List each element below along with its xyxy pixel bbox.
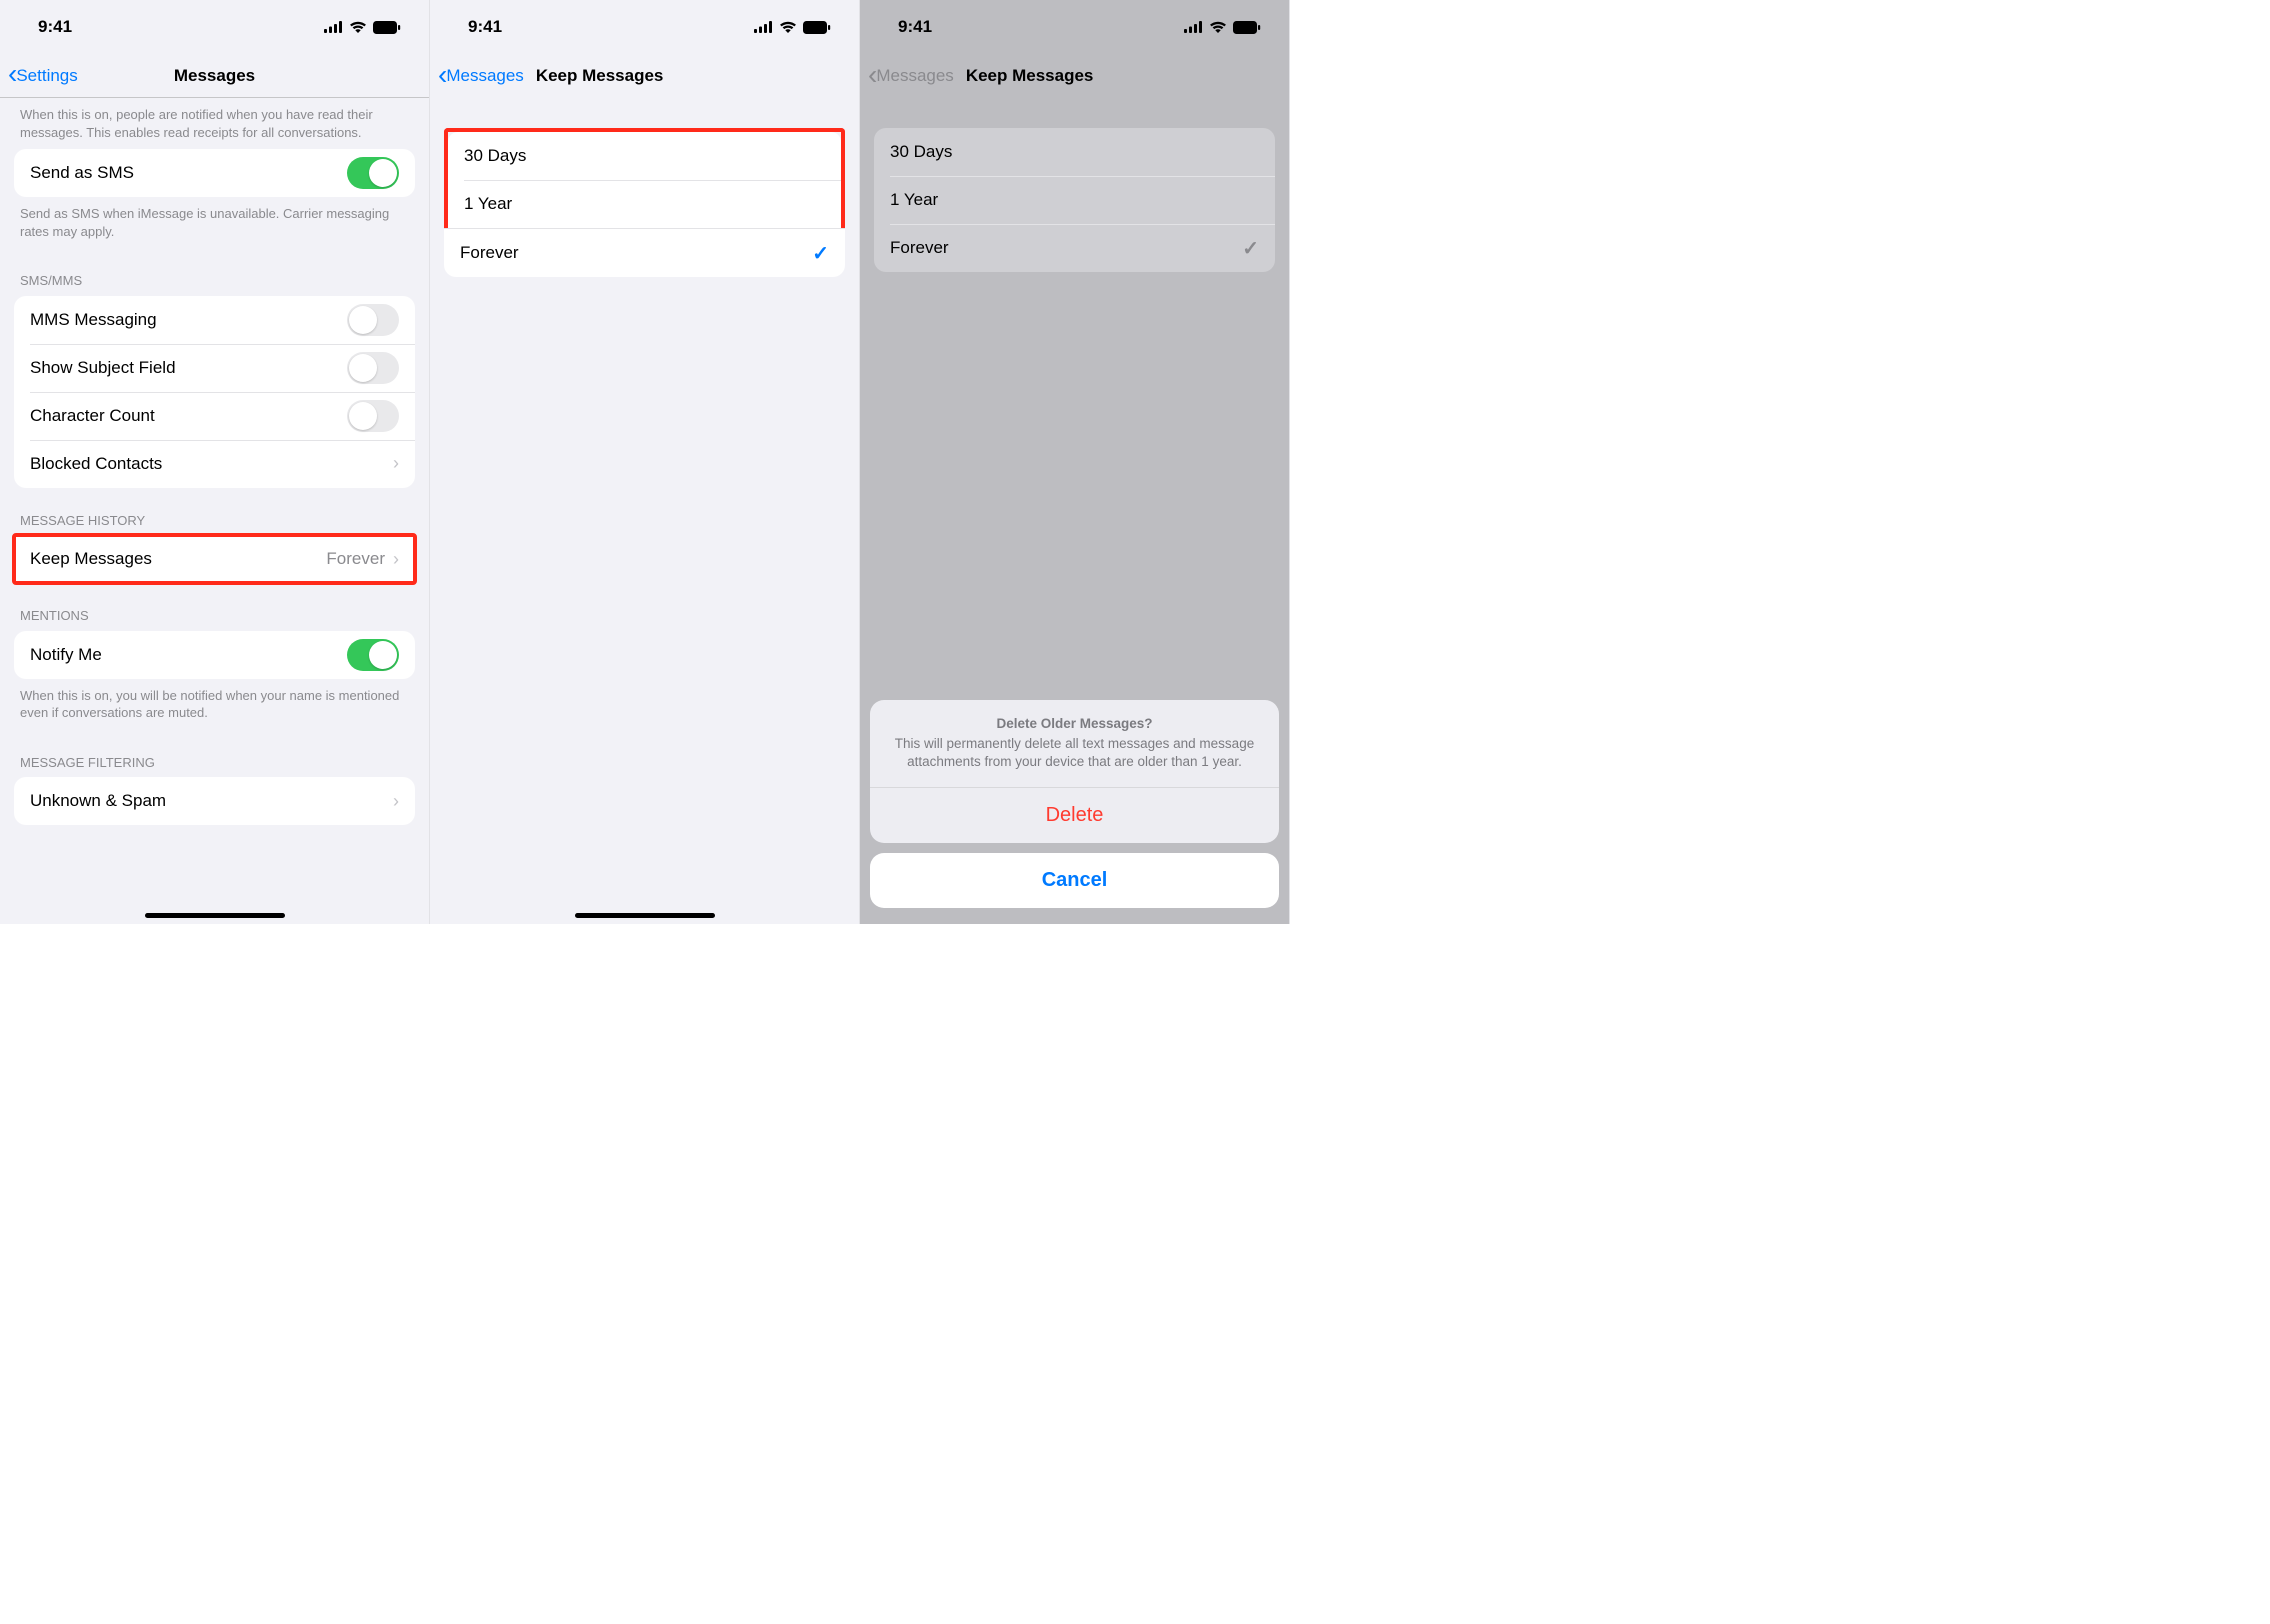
status-indicators [1184, 21, 1261, 34]
chevron-right-icon: › [393, 453, 399, 474]
row-label: Send as SMS [30, 163, 134, 183]
blocked-row[interactable]: Blocked Contacts › [14, 440, 415, 488]
back-label: Settings [16, 66, 77, 86]
back-button[interactable]: ‹ Settings [8, 63, 78, 88]
screen-keep-messages: 9:41 ‹ Messages Keep Messages 30 Days 1 … [430, 0, 860, 924]
row-label: 1 Year [890, 190, 938, 210]
home-indicator [145, 913, 285, 918]
checkmark-icon: ✓ [812, 241, 829, 266]
row-label: Show Subject Field [30, 358, 176, 378]
home-indicator [575, 913, 715, 918]
row-label: Notify Me [30, 645, 102, 665]
nav-title: Keep Messages [966, 66, 1094, 86]
notify-toggle[interactable] [347, 639, 399, 671]
option-1-year: 1 Year [874, 176, 1275, 224]
keep-messages-group: Keep Messages Forever › [14, 535, 415, 583]
battery-icon [1233, 21, 1261, 34]
history-header: MESSAGE HISTORY [0, 488, 429, 536]
keep-messages-value: Forever [326, 549, 385, 569]
sheet-header: Delete Older Messages? This will permane… [870, 700, 1279, 787]
filter-header: MESSAGE FILTERING [0, 730, 429, 778]
status-time: 9:41 [898, 17, 932, 37]
send-sms-group: Send as SMS [14, 149, 415, 197]
screen-messages-settings: 9:41 ‹ Settings Messages When this is on… [0, 0, 430, 924]
back-button: ‹ Messages [868, 64, 954, 89]
sms-group: MMS Messaging Show Subject Field Charact… [14, 296, 415, 488]
filter-group: Unknown & Spam › [14, 777, 415, 825]
status-bar: 9:41 [0, 0, 429, 54]
row-label: Blocked Contacts [30, 454, 162, 474]
subject-toggle[interactable] [347, 352, 399, 384]
unknown-spam-row[interactable]: Unknown & Spam › [14, 777, 415, 825]
row-label: 30 Days [890, 142, 952, 162]
mentions-header: MENTIONS [0, 583, 429, 631]
wifi-icon [349, 21, 367, 33]
status-bar: 9:41 [430, 0, 859, 54]
nav-bar: ‹ Settings Messages [0, 54, 429, 98]
read-receipts-footer: When this is on, people are notified whe… [0, 98, 429, 149]
status-time: 9:41 [468, 17, 502, 37]
battery-icon [803, 21, 831, 34]
cellular-icon [754, 21, 773, 33]
content: When this is on, people are notified whe… [0, 98, 429, 825]
option-1-year[interactable]: 1 Year [448, 180, 841, 228]
sheet-message: This will permanently delete all text me… [890, 735, 1259, 771]
charcount-row[interactable]: Character Count [14, 392, 415, 440]
wifi-icon [1209, 21, 1227, 33]
status-indicators [754, 21, 831, 34]
back-label: Messages [876, 66, 953, 86]
highlighted-options: 30 Days 1 Year [444, 128, 845, 228]
wifi-icon [779, 21, 797, 33]
row-label: Forever [890, 238, 949, 258]
action-sheet: Delete Older Messages? This will permane… [870, 700, 1279, 908]
status-indicators [324, 21, 401, 34]
cellular-icon [1184, 21, 1203, 33]
option-30-days: 30 Days [874, 128, 1275, 176]
sheet-title: Delete Older Messages? [890, 716, 1259, 731]
sheet-main: Delete Older Messages? This will permane… [870, 700, 1279, 843]
back-label: Messages [446, 66, 523, 86]
row-label: Unknown & Spam [30, 791, 166, 811]
subject-row[interactable]: Show Subject Field [14, 344, 415, 392]
status-bar: 9:41 [860, 0, 1289, 54]
row-label: Character Count [30, 406, 155, 426]
mentions-group: Notify Me [14, 631, 415, 679]
row-label: 1 Year [464, 194, 512, 214]
send-sms-row[interactable]: Send as SMS [14, 149, 415, 197]
option-forever: Forever ✓ [874, 224, 1275, 272]
cellular-icon [324, 21, 343, 33]
nav-bar: ‹ Messages Keep Messages [430, 54, 859, 98]
notify-footer: When this is on, you will be notified wh… [0, 679, 429, 730]
row-label: 30 Days [464, 146, 526, 166]
mms-row[interactable]: MMS Messaging [14, 296, 415, 344]
status-time: 9:41 [38, 17, 72, 37]
delete-button[interactable]: Delete [870, 787, 1279, 843]
chevron-right-icon: › [393, 549, 399, 570]
row-label: MMS Messaging [30, 310, 157, 330]
back-button[interactable]: ‹ Messages [438, 64, 524, 89]
options-group: 30 Days 1 Year Forever ✓ [874, 128, 1275, 272]
chevron-right-icon: › [393, 791, 399, 812]
battery-icon [373, 21, 401, 34]
nav-title: Keep Messages [536, 66, 664, 86]
screen-keep-messages-sheet: 9:41 ‹ Messages Keep Messages 30 Days 1 … [860, 0, 1290, 924]
row-label: Keep Messages [30, 549, 152, 569]
option-30-days[interactable]: 30 Days [448, 132, 841, 180]
cancel-button[interactable]: Cancel [870, 853, 1279, 908]
nav-title: Messages [174, 66, 255, 86]
option-forever[interactable]: Forever ✓ [444, 229, 845, 277]
charcount-toggle[interactable] [347, 400, 399, 432]
sms-header: SMS/MMS [0, 248, 429, 296]
row-label: Forever [460, 243, 519, 263]
nav-bar: ‹ Messages Keep Messages [860, 54, 1289, 98]
send-sms-footer: Send as SMS when iMessage is unavailable… [0, 197, 429, 248]
notify-row[interactable]: Notify Me [14, 631, 415, 679]
send-sms-toggle[interactable] [347, 157, 399, 189]
checkmark-icon: ✓ [1242, 236, 1259, 261]
mms-toggle[interactable] [347, 304, 399, 336]
keep-messages-row[interactable]: Keep Messages Forever › [14, 535, 415, 583]
